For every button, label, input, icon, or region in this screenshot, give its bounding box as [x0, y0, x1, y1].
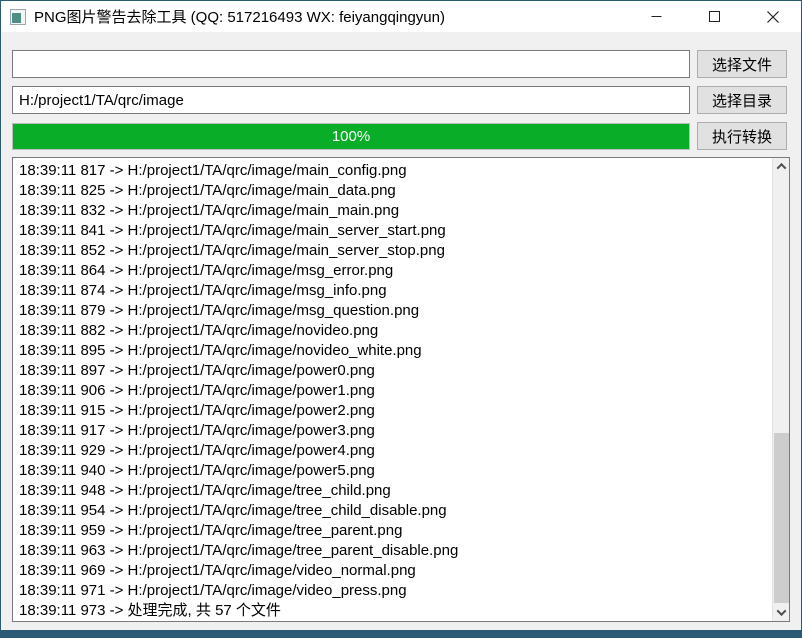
- chevron-down-icon: [777, 606, 787, 616]
- log-line: 18:39:11 895 -> H:/project1/TA/qrc/image…: [19, 341, 768, 361]
- app-icon: [10, 9, 26, 25]
- window-title: PNG图片警告去除工具 (QQ: 517216493 WX: feiyangqi…: [34, 6, 445, 27]
- log-line: 18:39:11 897 -> H:/project1/TA/qrc/image…: [19, 361, 768, 381]
- minimize-button[interactable]: [634, 1, 679, 32]
- log-line: 18:39:11 915 -> H:/project1/TA/qrc/image…: [19, 401, 768, 421]
- log-line: 18:39:11 963 -> H:/project1/TA/qrc/image…: [19, 541, 768, 561]
- screen: { "window": { "title": "PNG图片警告去除工具 (QQ:…: [0, 0, 802, 638]
- log-line: 18:39:11 874 -> H:/project1/TA/qrc/image…: [19, 281, 768, 301]
- execute-convert-button[interactable]: 执行转换: [697, 122, 787, 150]
- log-line: 18:39:11 929 -> H:/project1/TA/qrc/image…: [19, 441, 768, 461]
- log-line: 18:39:11 948 -> H:/project1/TA/qrc/image…: [19, 481, 768, 501]
- title-bar: PNG图片警告去除工具 (QQ: 517216493 WX: feiyangqi…: [1, 1, 801, 32]
- chevron-up-icon: [777, 163, 787, 173]
- select-directory-button[interactable]: 选择目录: [697, 86, 787, 114]
- directory-path-input[interactable]: [12, 86, 690, 114]
- log-line: 18:39:11 832 -> H:/project1/TA/qrc/image…: [19, 201, 768, 221]
- app-window: PNG图片警告去除工具 (QQ: 517216493 WX: feiyangqi…: [1, 1, 801, 630]
- progress-bar: 100%: [12, 123, 690, 150]
- log-lines: 18:39:11 817 -> H:/project1/TA/qrc/image…: [13, 158, 772, 621]
- minimize-icon: [651, 11, 662, 22]
- maximize-icon: [709, 11, 720, 22]
- scroll-up-button[interactable]: [773, 158, 790, 175]
- log-line: 18:39:11 906 -> H:/project1/TA/qrc/image…: [19, 381, 768, 401]
- file-path-input[interactable]: [12, 50, 690, 78]
- maximize-button[interactable]: [692, 1, 737, 32]
- log-line: 18:39:11 879 -> H:/project1/TA/qrc/image…: [19, 301, 768, 321]
- close-button[interactable]: [750, 1, 795, 32]
- app-icon-inner: [12, 13, 21, 23]
- progress-label: 100%: [13, 124, 689, 149]
- log-line: 18:39:11 940 -> H:/project1/TA/qrc/image…: [19, 461, 768, 481]
- close-icon: [767, 11, 779, 23]
- log-line: 18:39:11 841 -> H:/project1/TA/qrc/image…: [19, 221, 768, 241]
- log-line: 18:39:11 825 -> H:/project1/TA/qrc/image…: [19, 181, 768, 201]
- scrollbar-thumb[interactable]: [774, 433, 789, 603]
- log-line: 18:39:11 817 -> H:/project1/TA/qrc/image…: [19, 161, 768, 181]
- log-line: 18:39:11 973 -> 处理完成, 共 57 个文件: [19, 601, 768, 621]
- scroll-down-button[interactable]: [773, 604, 790, 621]
- log-line: 18:39:11 852 -> H:/project1/TA/qrc/image…: [19, 241, 768, 261]
- select-file-button[interactable]: 选择文件: [697, 50, 787, 78]
- log-line: 18:39:11 971 -> H:/project1/TA/qrc/image…: [19, 581, 768, 601]
- log-line: 18:39:11 882 -> H:/project1/TA/qrc/image…: [19, 321, 768, 341]
- log-line: 18:39:11 959 -> H:/project1/TA/qrc/image…: [19, 521, 768, 541]
- log-output[interactable]: 18:39:11 817 -> H:/project1/TA/qrc/image…: [12, 157, 790, 622]
- window-controls: [634, 1, 795, 32]
- log-line: 18:39:11 969 -> H:/project1/TA/qrc/image…: [19, 561, 768, 581]
- log-line: 18:39:11 917 -> H:/project1/TA/qrc/image…: [19, 421, 768, 441]
- log-line: 18:39:11 864 -> H:/project1/TA/qrc/image…: [19, 261, 768, 281]
- log-line: 18:39:11 954 -> H:/project1/TA/qrc/image…: [19, 501, 768, 521]
- vertical-scrollbar[interactable]: [772, 158, 789, 621]
